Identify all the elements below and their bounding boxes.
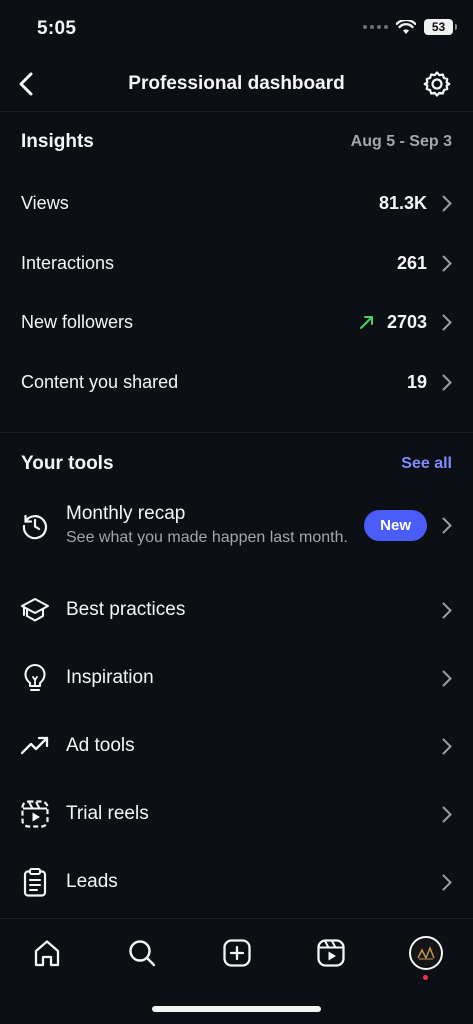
metric-label: Interactions: [21, 252, 115, 273]
tool-item-monthly-recap[interactable]: Monthly recap See what you made happen l…: [20, 503, 453, 548]
chevron-right-icon: [441, 313, 453, 331]
avatar-logo-icon: [413, 940, 439, 966]
tool-item-trial-reels[interactable]: Trial reels: [20, 799, 453, 829]
metric-value: 81.3K: [378, 192, 427, 213]
chevron-right-icon: [441, 669, 453, 687]
page-title: Professional dashboard: [128, 73, 345, 94]
notification-dot: [423, 975, 428, 980]
metric-value: 2703: [386, 311, 427, 332]
tools-title: Your tools: [21, 453, 114, 474]
insights-header: Insights Aug 5 - Sep 3: [21, 131, 452, 153]
tool-label: Monthly recap: [66, 503, 186, 524]
metric-label: New followers: [21, 311, 134, 332]
settings-button[interactable]: [421, 68, 453, 100]
metric-row-interactions[interactable]: Interactions 261: [21, 241, 453, 285]
metric-row-new-followers[interactable]: New followers 2703: [21, 300, 453, 344]
tool-text: Trial reels: [66, 803, 441, 825]
see-all-link[interactable]: See all: [401, 455, 452, 473]
chevron-right-icon: [441, 805, 453, 823]
metric-row-content-shared[interactable]: Content you shared 19: [21, 360, 453, 404]
signal-icon: [363, 25, 388, 29]
avatar: [409, 936, 443, 970]
graduation-cap-icon: [20, 595, 50, 625]
metric-row-views[interactable]: Views 81.3K: [21, 181, 453, 225]
chevron-right-icon: [441, 517, 453, 535]
tool-item-best-practices[interactable]: Best practices: [20, 595, 453, 625]
date-range[interactable]: Aug 5 - Sep 3: [351, 133, 452, 151]
metric-label: Content you shared: [21, 371, 179, 392]
tab-search[interactable]: [122, 933, 162, 973]
plus-square-icon: [223, 939, 251, 967]
tool-label: Leads: [66, 871, 118, 892]
metric-label: Views: [21, 192, 69, 213]
tool-subtitle: See what you made happen last month.: [66, 529, 348, 546]
tab-create[interactable]: [217, 933, 257, 973]
home-icon: [34, 940, 60, 967]
header: Professional dashboard: [0, 56, 473, 112]
chevron-right-icon: [441, 737, 453, 755]
tool-label: Trial reels: [66, 803, 149, 824]
battery-icon: 53: [424, 19, 457, 35]
tool-label: Ad tools: [66, 735, 135, 756]
lightbulb-icon: [20, 663, 50, 693]
tool-text: Leads: [66, 871, 441, 893]
tool-text: Best practices: [66, 599, 441, 621]
tool-item-inspiration[interactable]: Inspiration: [20, 663, 453, 693]
new-badge: New: [364, 510, 427, 541]
status-bar: 5:05 53: [0, 0, 473, 56]
tab-profile[interactable]: [406, 933, 446, 980]
tool-item-ad-tools[interactable]: Ad tools: [20, 731, 453, 761]
reels-icon: [317, 939, 345, 967]
insights-title: Insights: [21, 131, 94, 152]
search-icon: [129, 940, 156, 967]
trending-up-icon: [20, 731, 50, 761]
tool-item-leads[interactable]: Leads: [20, 867, 453, 897]
tool-text: Inspiration: [66, 667, 441, 689]
tool-label: Inspiration: [66, 667, 154, 688]
chevron-right-icon: [441, 254, 453, 272]
chevron-right-icon: [441, 373, 453, 391]
status-time: 5:05: [37, 18, 77, 39]
clipboard-icon: [20, 867, 50, 897]
tab-home[interactable]: [27, 933, 67, 973]
chevron-right-icon: [441, 601, 453, 619]
history-icon: [20, 511, 50, 541]
tools-header: Your tools See all: [21, 453, 452, 475]
wifi-icon: [396, 19, 416, 34]
tool-label: Best practices: [66, 599, 186, 620]
tool-text: Ad tools: [66, 735, 441, 757]
trend-up-arrow-icon: [359, 316, 373, 329]
metric-value: 19: [406, 371, 427, 392]
metric-value-wrap: 2703: [359, 312, 427, 333]
tool-text: Monthly recap See what you made happen l…: [66, 503, 364, 548]
metric-value: 261: [396, 252, 427, 273]
home-indicator: [152, 1006, 321, 1012]
chevron-right-icon: [441, 873, 453, 891]
chevron-right-icon: [441, 194, 453, 212]
gear-icon: [423, 71, 451, 97]
tab-reels[interactable]: [311, 933, 351, 973]
reels-dashed-icon: [20, 799, 50, 829]
status-icons: 53: [363, 19, 457, 35]
section-divider: [0, 432, 473, 433]
